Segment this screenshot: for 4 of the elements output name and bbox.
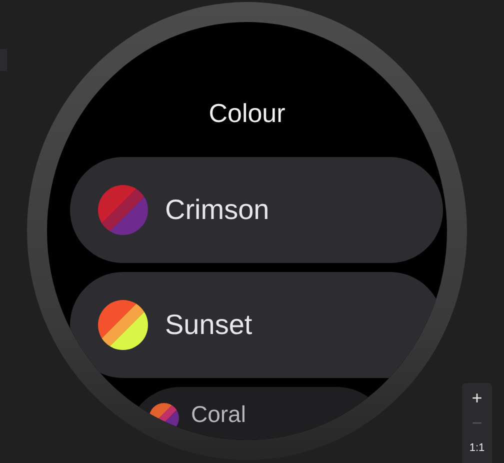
colour-chip[interactable]: Crimson [70,157,443,263]
zoom-button[interactable]: + [462,386,492,411]
zoom-button[interactable]: 1:1 [462,436,492,461]
screen-title: Colour [208,97,286,130]
